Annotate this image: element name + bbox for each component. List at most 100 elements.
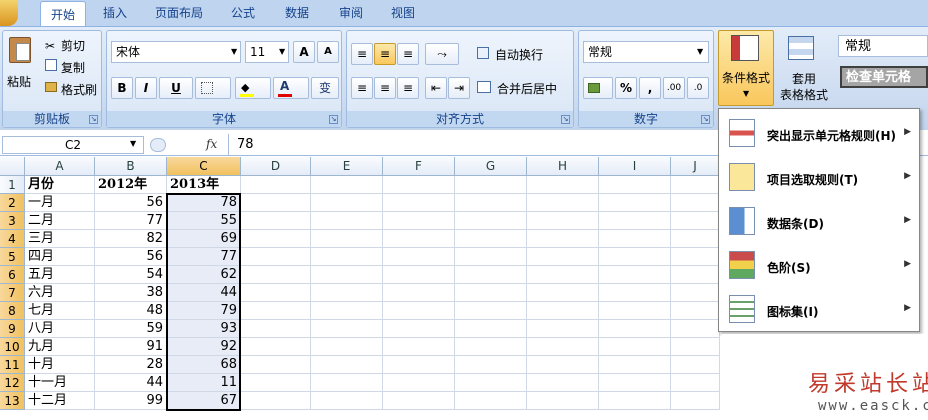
- office-button[interactable]: [0, 0, 18, 26]
- empty-cell[interactable]: [599, 266, 671, 284]
- empty-cell[interactable]: [599, 212, 671, 230]
- empty-cell[interactable]: [241, 176, 311, 194]
- italic-button[interactable]: I: [135, 77, 157, 99]
- align-right-button[interactable]: ≡: [397, 77, 419, 99]
- empty-cell[interactable]: [241, 356, 311, 374]
- empty-cell[interactable]: [455, 338, 527, 356]
- row-header-8[interactable]: 8: [0, 302, 25, 320]
- copy-button[interactable]: 复制: [61, 59, 85, 76]
- bold-button[interactable]: B: [111, 77, 133, 99]
- empty-cell[interactable]: [383, 230, 455, 248]
- empty-cell[interactable]: [599, 338, 671, 356]
- empty-cell[interactable]: [241, 248, 311, 266]
- merge-center-button[interactable]: 合并后居中: [497, 80, 557, 97]
- empty-cell[interactable]: [599, 194, 671, 212]
- table-cell[interactable]: 62: [167, 266, 241, 284]
- empty-cell[interactable]: [671, 212, 720, 230]
- table-cell[interactable]: 77: [167, 248, 241, 266]
- table-cell[interactable]: 79: [167, 302, 241, 320]
- table-cell[interactable]: 59: [95, 320, 167, 338]
- empty-cell[interactable]: [241, 212, 311, 230]
- column-header-g[interactable]: G: [455, 157, 527, 176]
- empty-cell[interactable]: [671, 338, 720, 356]
- empty-cell[interactable]: [455, 356, 527, 374]
- table-cell[interactable]: 92: [167, 338, 241, 356]
- empty-cell[interactable]: [455, 302, 527, 320]
- empty-cell[interactable]: [455, 194, 527, 212]
- column-header-i[interactable]: I: [599, 157, 671, 176]
- table-cell[interactable]: 93: [167, 320, 241, 338]
- empty-cell[interactable]: [311, 356, 383, 374]
- format-as-table-button[interactable]: 套用 表格格式: [776, 30, 832, 106]
- tab-view[interactable]: 视图: [382, 0, 424, 26]
- empty-cell[interactable]: [599, 374, 671, 392]
- empty-cell[interactable]: [527, 392, 599, 410]
- empty-cell[interactable]: [599, 302, 671, 320]
- tab-formulas[interactable]: 公式: [222, 0, 264, 26]
- number-launcher[interactable]: ↘: [701, 115, 710, 124]
- empty-cell[interactable]: [599, 230, 671, 248]
- column-header-b[interactable]: B: [95, 157, 167, 176]
- worksheet-grid[interactable]: A B C D E F G H I J 1 2 3 4 5 6 7 8 9 10 11 12 13 月份 2012年 2013年一…: [0, 157, 720, 420]
- empty-cell[interactable]: [455, 248, 527, 266]
- align-bottom-button[interactable]: ≡: [397, 43, 419, 65]
- empty-cell[interactable]: [311, 212, 383, 230]
- tab-data[interactable]: 数据: [274, 0, 320, 26]
- empty-cell[interactable]: [527, 356, 599, 374]
- select-all-corner[interactable]: [0, 157, 25, 176]
- empty-cell[interactable]: [599, 284, 671, 302]
- empty-cell[interactable]: [455, 212, 527, 230]
- formula-bar-handle[interactable]: [150, 138, 166, 152]
- empty-cell[interactable]: [241, 230, 311, 248]
- empty-cell[interactable]: [383, 392, 455, 410]
- column-header-h[interactable]: H: [527, 157, 599, 176]
- empty-cell[interactable]: [671, 284, 720, 302]
- empty-cell[interactable]: [383, 356, 455, 374]
- empty-cell[interactable]: [383, 302, 455, 320]
- table-cell[interactable]: 38: [95, 284, 167, 302]
- empty-cell[interactable]: [527, 266, 599, 284]
- table-cell[interactable]: 82: [95, 230, 167, 248]
- table-cell[interactable]: 二月: [25, 212, 95, 230]
- empty-cell[interactable]: [671, 176, 720, 194]
- empty-cell[interactable]: [527, 212, 599, 230]
- conditional-format-button[interactable]: 条件格式 ▼: [718, 30, 774, 106]
- table-cell[interactable]: 48: [95, 302, 167, 320]
- empty-cell[interactable]: [311, 392, 383, 410]
- empty-cell[interactable]: [671, 374, 720, 392]
- align-left-button[interactable]: ≡: [351, 77, 373, 99]
- row-header-6[interactable]: 6: [0, 266, 25, 284]
- table-cell[interactable]: 一月: [25, 194, 95, 212]
- align-top-button[interactable]: ≡: [351, 43, 373, 65]
- empty-cell[interactable]: [311, 194, 383, 212]
- orientation-button[interactable]: ⤳: [425, 43, 459, 65]
- number-format-dropdown[interactable]: 常规: [583, 41, 709, 63]
- clipboard-launcher[interactable]: ↘: [89, 115, 98, 124]
- empty-cell[interactable]: [383, 374, 455, 392]
- percent-button[interactable]: %: [615, 77, 637, 99]
- empty-cell[interactable]: [671, 194, 720, 212]
- empty-cell[interactable]: [383, 338, 455, 356]
- empty-cell[interactable]: [599, 248, 671, 266]
- empty-cell[interactable]: [527, 302, 599, 320]
- tab-insert[interactable]: 插入: [94, 0, 136, 26]
- menu-item-5[interactable]: 图标集(I) ▶: [719, 289, 919, 333]
- table-cell[interactable]: 2012年: [95, 176, 167, 194]
- empty-cell[interactable]: [671, 356, 720, 374]
- empty-cell[interactable]: [455, 392, 527, 410]
- empty-cell[interactable]: [311, 176, 383, 194]
- font-name-dropdown[interactable]: 宋体: [111, 41, 241, 63]
- tab-page-layout[interactable]: 页面布局: [146, 0, 212, 26]
- menu-item-4[interactable]: 色阶(S) ▶: [719, 245, 919, 289]
- table-cell[interactable]: 69: [167, 230, 241, 248]
- phonetic-button[interactable]: 变: [311, 77, 339, 99]
- empty-cell[interactable]: [383, 284, 455, 302]
- empty-cell[interactable]: [671, 266, 720, 284]
- align-middle-button[interactable]: ≡: [374, 43, 396, 65]
- row-header-3[interactable]: 3: [0, 212, 25, 230]
- empty-cell[interactable]: [311, 320, 383, 338]
- row-header-2[interactable]: 2: [0, 194, 25, 212]
- cut-button[interactable]: 剪切: [61, 37, 85, 54]
- row-header-4[interactable]: 4: [0, 230, 25, 248]
- row-header-5[interactable]: 5: [0, 248, 25, 266]
